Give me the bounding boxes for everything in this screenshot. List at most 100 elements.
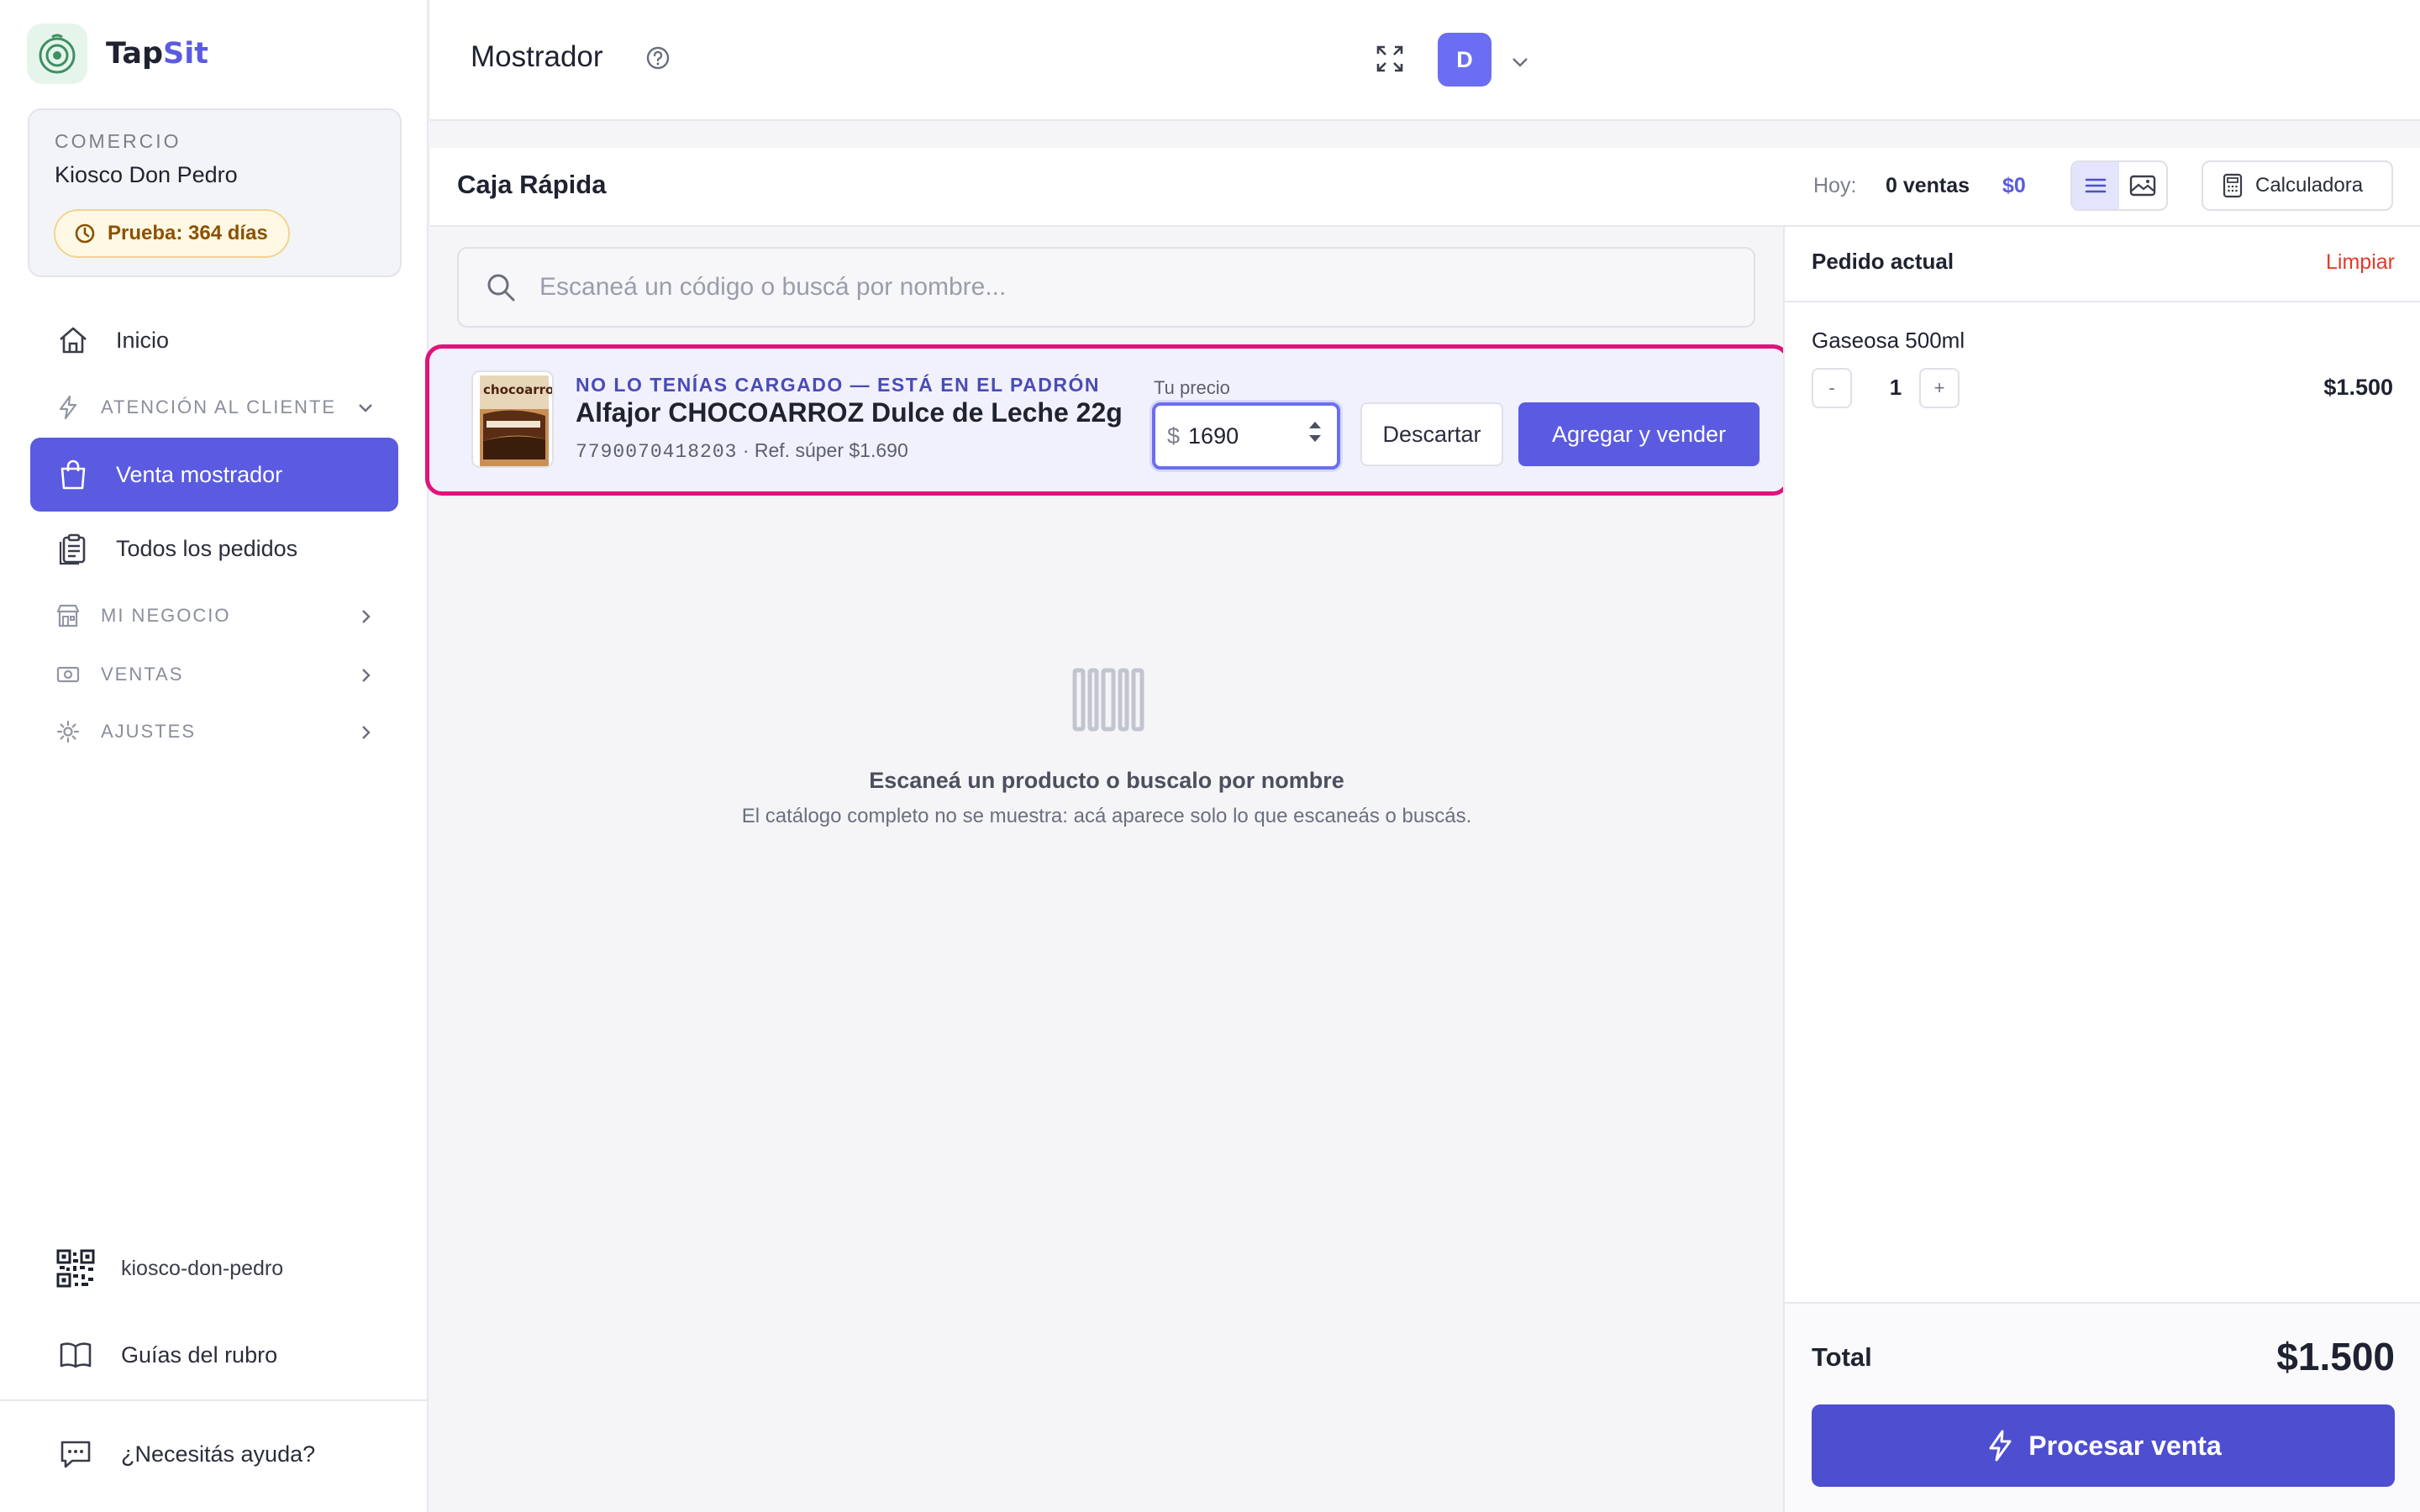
image-view-button[interactable] (2119, 162, 2166, 209)
store-qr-link[interactable]: kiosco-don-pedro (30, 1235, 398, 1302)
order-item-name: Gaseosa 500ml (1812, 328, 1965, 353)
sidebar-item-venta-mostrador[interactable]: Venta mostrador (30, 438, 398, 512)
sidebar-item-inicio[interactable]: Inicio (30, 303, 398, 377)
calculator-button[interactable]: Calculadora (2202, 160, 2393, 211)
fullscreen-icon[interactable] (1373, 42, 1407, 76)
today-sales-amount: $0 (2002, 174, 2026, 197)
price-input[interactable] (1188, 423, 1290, 449)
clear-order-button[interactable]: Limpiar (2326, 250, 2395, 275)
sidebar-item-label: ¿Necesitás ayuda? (121, 1441, 316, 1467)
sidebar-item-label: Venta mostrador (116, 461, 283, 487)
sidebar-section-ventas[interactable]: VENTAS (30, 651, 398, 698)
sidebar-section-ajustes[interactable]: AJUSTES (30, 708, 398, 755)
store-kicker: COMERCIO (55, 130, 182, 152)
product-name: Alfajor CHOCOARROZ Dulce de Leche 22g (576, 397, 1123, 428)
user-avatar[interactable]: D (1438, 33, 1491, 87)
search-input[interactable] (539, 273, 1716, 302)
gear-icon (50, 719, 86, 744)
shopping-bag-icon (55, 458, 91, 491)
sidebar-item-label: Guías del rubro (121, 1341, 278, 1368)
panel-title: Caja Rápida (457, 170, 607, 199)
search-box (457, 247, 1755, 328)
found-product-card: chocoarroz NO LO TENÍAS CARGADO — ESTÁ E… (425, 344, 1790, 496)
brand-name: TapSit (106, 37, 208, 71)
qty-increase-button[interactable]: + (1919, 368, 1960, 408)
main-area: chocoarroz NO LO TENÍAS CARGADO — ESTÁ E… (425, 227, 1790, 1512)
panel-header: Caja Rápida Hoy: 0 ventas $0 Calculadora (430, 148, 2420, 227)
help-link[interactable]: ¿Necesitás ayuda? (30, 1420, 398, 1488)
search-icon (487, 274, 515, 302)
brand-logo-icon (27, 24, 87, 84)
clipboard-icon (55, 532, 91, 565)
today-sales-count: 0 ventas (1886, 174, 1970, 197)
bolt-icon (1989, 1430, 2012, 1462)
store-card: COMERCIO Kiosco Don Pedro Prueba: 364 dí… (28, 108, 402, 277)
chevron-down-icon[interactable] (1508, 50, 1532, 74)
price-field: $ (1152, 402, 1340, 470)
chevron-right-icon (362, 669, 371, 682)
sidebar-section-label: ATENCIÓN AL CLIENTE (101, 396, 337, 417)
total-value: $1.500 (2276, 1335, 2395, 1378)
home-icon (55, 323, 91, 357)
chevron-down-icon (359, 404, 372, 412)
sidebar-section-atencion[interactable]: ATENCIÓN AL CLIENTE (30, 384, 398, 431)
store-name: Kiosco Don Pedro (55, 162, 238, 187)
topbar: Mostrador D (430, 0, 2420, 121)
sidebar-section-label: MI NEGOCIO (101, 605, 231, 626)
question-circle-icon[interactable] (645, 45, 671, 71)
trial-text: Prueba: 364 días (108, 222, 268, 244)
process-sale-label: Procesar venta (2028, 1430, 2222, 1461)
sidebar-item-todos-pedidos[interactable]: Todos los pedidos (30, 512, 398, 585)
sidebar: TapSit COMERCIO Kiosco Don Pedro Prueba:… (0, 0, 429, 1512)
bolt-icon (50, 395, 86, 420)
barcode-icon (1072, 668, 1144, 732)
sidebar-item-label: Todos los pedidos (116, 535, 298, 561)
list-icon (2085, 178, 2107, 193)
sidebar-item-label: Inicio (116, 327, 170, 353)
thumb-brand-text: chocoarroz (483, 382, 554, 397)
meta-separator: · (742, 439, 750, 461)
caret-down-icon[interactable] (1308, 434, 1322, 443)
currency-symbol: $ (1167, 423, 1181, 449)
add-and-sell-button[interactable]: Agregar y vender (1518, 402, 1760, 466)
view-toggle (2070, 160, 2168, 211)
chat-icon (55, 1439, 96, 1469)
price-label: Tu precio (1154, 377, 1230, 398)
list-view-button[interactable] (2072, 162, 2119, 209)
image-icon (2129, 175, 2156, 197)
brand[interactable]: TapSit (27, 24, 208, 84)
today-label: Hoy: (1813, 174, 1857, 197)
sidebar-section-mi-negocio[interactable]: MI NEGOCIO (30, 592, 398, 639)
sidebar-section-label: VENTAS (101, 664, 184, 685)
store-slug: kiosco-don-pedro (121, 1256, 284, 1280)
found-kicker: NO LO TENÍAS CARGADO — ESTÁ EN EL PADRÓN (576, 374, 1100, 396)
clock-icon (75, 223, 95, 244)
order-item-price: $1.500 (2323, 375, 2393, 400)
total-label: Total (1812, 1342, 1872, 1372)
discard-button[interactable]: Descartar (1360, 402, 1503, 466)
product-meta: 7790070418203 · Ref. súper $1.690 (576, 439, 908, 463)
qr-code-icon (55, 1249, 96, 1288)
order-panel: Pedido actual Limpiar Gaseosa 500ml - 1 … (1783, 227, 2420, 1512)
empty-state-title: Escaneá un producto o buscalo por nombre (869, 768, 1344, 793)
order-footer: Total $1.500 Procesar venta (1785, 1302, 2420, 1512)
sidebar-item-guias[interactable]: Guías del rubro (30, 1321, 398, 1389)
calculator-icon (2223, 173, 2243, 198)
qty-value: 1 (1889, 375, 1902, 400)
cash-icon (50, 662, 86, 687)
trial-badge[interactable]: Prueba: 364 días (54, 209, 290, 258)
caret-up-icon[interactable] (1308, 421, 1322, 429)
product-thumbnail: chocoarroz (471, 370, 554, 468)
sidebar-section-label: AJUSTES (101, 721, 197, 742)
store-icon (50, 603, 86, 628)
book-icon (55, 1341, 96, 1369)
qty-decrease-button[interactable]: - (1812, 368, 1852, 408)
calculator-label: Calculadora (2255, 174, 2364, 197)
order-title: Pedido actual (1812, 249, 1954, 274)
page-title: Mostrador (471, 40, 603, 73)
order-header: Pedido actual Limpiar (1785, 227, 2420, 302)
reference-price: Ref. súper $1.690 (754, 439, 908, 461)
chevron-right-icon (362, 610, 371, 623)
price-stepper[interactable] (1308, 421, 1322, 443)
process-sale-button[interactable]: Procesar venta (1812, 1404, 2395, 1487)
